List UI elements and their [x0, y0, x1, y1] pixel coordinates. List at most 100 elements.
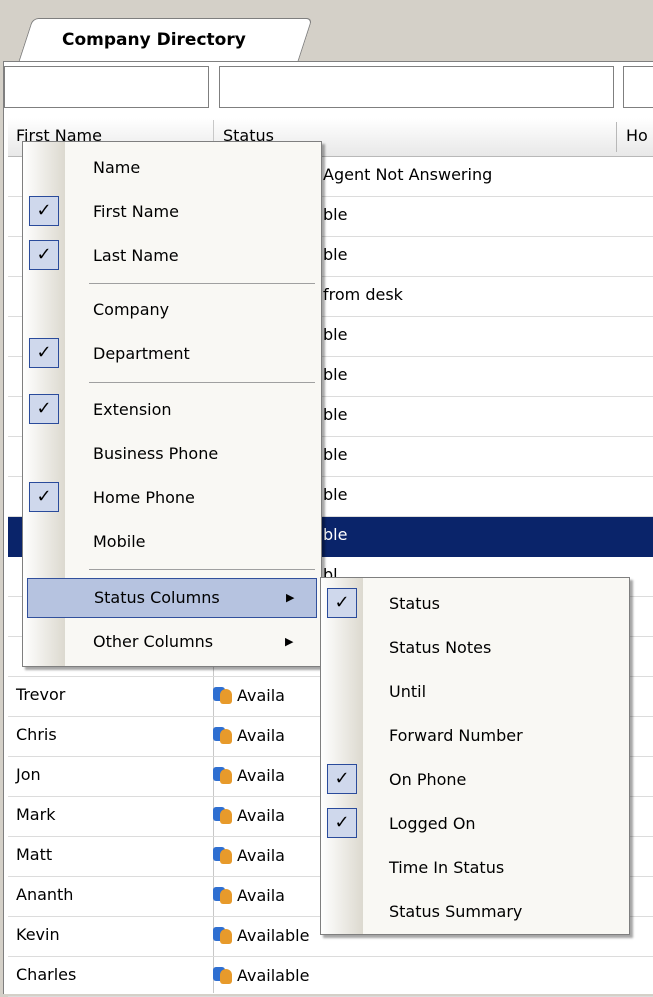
menu-separator — [89, 382, 315, 383]
menu-item-label: Department — [93, 344, 190, 363]
submenu-item-forward-number[interactable]: Forward Number — [321, 716, 627, 756]
menu-item-label: Home Phone — [93, 488, 195, 507]
column-header-home-phone[interactable]: Ho — [626, 126, 648, 145]
check-icon: ✓ — [327, 764, 357, 794]
menu-item-label: Status Columns — [94, 588, 220, 607]
menu-item-label: Status Summary — [389, 902, 523, 921]
status-value: Availa — [237, 885, 285, 905]
first-name-cell: Chris — [16, 725, 57, 744]
first-name-cell: Trevor — [16, 685, 66, 704]
submenu-item-status[interactable]: ✓ Status — [321, 584, 627, 624]
status-cell: Availa — [213, 885, 285, 905]
menu-item-company[interactable]: Company — [23, 290, 319, 330]
status-text: ble — [323, 525, 348, 544]
status-text: from desk — [323, 285, 403, 304]
menu-item-label: Name — [93, 158, 141, 177]
status-text: ble — [323, 205, 348, 224]
status-cell: Available — [213, 965, 309, 985]
agent-icon — [213, 805, 233, 825]
status-value: Availa — [237, 845, 285, 865]
agent-icon — [213, 725, 233, 745]
status-value: Availa — [237, 765, 285, 785]
first-name-cell: Kevin — [16, 925, 60, 944]
menu-item-status-columns[interactable]: Status Columns ▶ — [27, 578, 317, 618]
status-cell: Availa — [213, 845, 285, 865]
menu-item-department[interactable]: ✓ Department — [23, 334, 319, 374]
status-text: ble — [323, 405, 348, 424]
status-text: ble — [323, 245, 348, 264]
first-name-cell: Charles — [16, 965, 77, 984]
agent-icon — [213, 685, 233, 705]
check-icon: ✓ — [29, 196, 59, 226]
arrow-right-icon: ▶ — [285, 635, 294, 648]
status-cell: Availa — [213, 765, 285, 785]
menu-item-home-phone[interactable]: ✓ Home Phone — [23, 478, 319, 518]
menu-item-business-phone[interactable]: Business Phone — [23, 434, 319, 474]
check-icon: ✓ — [29, 482, 59, 512]
status-cell: Availa — [213, 725, 285, 745]
column-separator[interactable] — [616, 122, 617, 152]
tab-strip: Company Directory — [0, 0, 653, 63]
menu-item-extension[interactable]: ✓ Extension — [23, 390, 319, 430]
submenu-item-on-phone[interactable]: ✓ On Phone — [321, 760, 627, 800]
submenu-item-logged-on[interactable]: ✓ Logged On — [321, 804, 627, 844]
agent-icon — [213, 925, 233, 945]
agent-icon — [213, 885, 233, 905]
status-value: Available — [237, 925, 310, 945]
status-value: Availa — [237, 725, 285, 745]
check-icon: ✓ — [29, 394, 59, 424]
menu-item-first-name[interactable]: ✓ First Name — [23, 192, 319, 232]
status-cell: Availa — [213, 805, 285, 825]
menu-item-name[interactable]: Name — [23, 148, 319, 188]
status-cell: Available — [213, 925, 309, 945]
agent-icon — [213, 765, 233, 785]
check-icon: ✓ — [29, 338, 59, 368]
menu-item-label: On Phone — [389, 770, 467, 789]
submenu-item-status-summary[interactable]: Status Summary — [321, 892, 627, 932]
first-name-cell: Ananth — [16, 885, 74, 904]
menu-item-label: Time In Status — [389, 858, 505, 877]
menu-item-label: Last Name — [93, 246, 179, 265]
status-value: Availa — [237, 805, 285, 825]
status-text: ble — [323, 365, 348, 384]
menu-item-label: Other Columns — [93, 632, 214, 651]
table-row[interactable]: Charles Available — [8, 957, 653, 997]
menu-item-label: Company — [93, 300, 170, 319]
submenu-item-status-notes[interactable]: Status Notes — [321, 628, 627, 668]
menu-item-label: Business Phone — [93, 444, 219, 463]
first-name-cell: Mark — [16, 805, 56, 824]
menu-separator — [89, 283, 315, 284]
tab-label: Company Directory — [62, 30, 246, 50]
submenu-item-until[interactable]: Until — [321, 672, 627, 712]
status-text: Agent Not Answering — [323, 165, 493, 184]
agent-icon — [213, 845, 233, 865]
first-name-cell: Matt — [16, 845, 53, 864]
agent-icon — [213, 965, 233, 985]
menu-item-label: Status — [389, 594, 440, 613]
filter-first-name[interactable] — [4, 66, 209, 108]
filter-status[interactable] — [219, 66, 614, 108]
menu-item-last-name[interactable]: ✓ Last Name — [23, 236, 319, 276]
menu-item-mobile[interactable]: Mobile — [23, 522, 319, 562]
filter-home-phone[interactable] — [623, 66, 653, 108]
status-value: Availa — [237, 685, 285, 705]
first-name-cell: Jon — [16, 765, 41, 784]
status-text: ble — [323, 325, 348, 344]
check-icon: ✓ — [29, 240, 59, 270]
menu-item-label: Logged On — [389, 814, 476, 833]
menu-item-label: First Name — [93, 202, 179, 221]
menu-separator — [89, 569, 315, 570]
status-cell: Availa — [213, 685, 285, 705]
status-text: ble — [323, 485, 348, 504]
menu-item-label: Forward Number — [389, 726, 523, 745]
menu-item-label: Status Notes — [389, 638, 492, 657]
status-text: ble — [323, 445, 348, 464]
arrow-right-icon: ▶ — [286, 591, 295, 604]
submenu-item-time-in-status[interactable]: Time In Status — [321, 848, 627, 888]
menu-item-label: Until — [389, 682, 427, 701]
menu-item-label: Extension — [93, 400, 172, 419]
menu-item-other-columns[interactable]: Other Columns ▶ — [23, 622, 319, 662]
check-icon: ✓ — [327, 588, 357, 618]
menu-item-label: Mobile — [93, 532, 146, 551]
column-context-menu: Name ✓ First Name ✓ Last Name Company ✓ … — [22, 141, 322, 667]
